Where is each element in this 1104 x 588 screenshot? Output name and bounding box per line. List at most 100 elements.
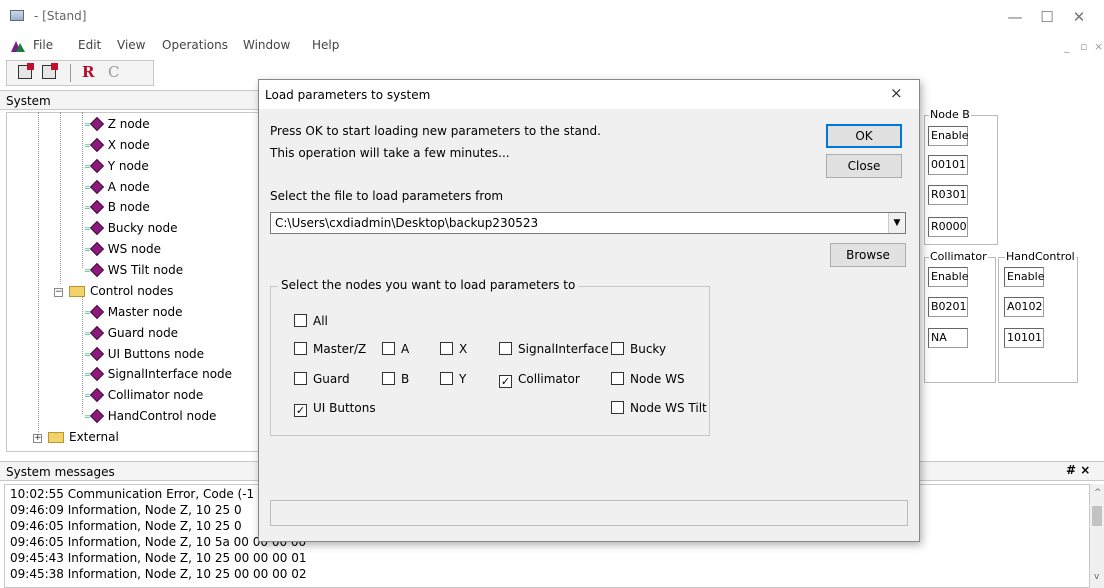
tree-item-bucky-node[interactable]: = Bucky node: [84, 220, 178, 236]
checkbox-y[interactable]: Y: [440, 372, 466, 386]
menu-view[interactable]: View: [117, 38, 145, 52]
checkbox-master-z[interactable]: Master/Z: [294, 342, 366, 356]
progress-bar: [270, 500, 908, 526]
handcontrol-title: HandControl: [1005, 250, 1076, 263]
mdi-restore-icon[interactable]: ▫: [1080, 40, 1087, 53]
message-line: 09:46:09 Information, Node Z, 10 25 0: [10, 503, 242, 517]
node-icon: [89, 408, 104, 424]
scroll-up-icon[interactable]: ^: [1094, 488, 1102, 498]
import-icon[interactable]: [42, 63, 58, 79]
menu-help[interactable]: Help: [312, 38, 339, 52]
tree-item-handcontrol-node[interactable]: = HandControl node: [84, 408, 216, 424]
menu-window[interactable]: Window: [243, 38, 290, 52]
checkbox-box[interactable]: [440, 372, 453, 385]
menu-file[interactable]: File: [33, 38, 53, 52]
checkbox-box[interactable]: ✓: [499, 375, 512, 388]
app-icon: [10, 10, 24, 21]
message-line: 10:02:55 Communication Error, Code (-1: [10, 487, 255, 501]
checkbox-ui-buttons[interactable]: ✓ UI Buttons: [294, 401, 376, 417]
checkbox-x[interactable]: X: [440, 342, 467, 356]
tree-item-guard-node[interactable]: = Guard node: [84, 325, 178, 341]
tree-item-master-node[interactable]: = Master node: [84, 304, 182, 320]
toolbar-r-button[interactable]: R: [82, 63, 94, 81]
ok-button[interactable]: OK: [826, 124, 902, 148]
message-line: 09:46:05 Information, Node Z, 10 25 0: [10, 519, 242, 533]
title-bar: [0, 0, 1104, 32]
expand-icon[interactable]: +: [33, 434, 42, 443]
menu-edit[interactable]: Edit: [78, 38, 101, 52]
handcontrol-field-2: A0102: [1004, 297, 1044, 317]
scroll-thumb[interactable]: [1092, 506, 1102, 526]
checkbox-box[interactable]: [294, 372, 307, 385]
checkbox-box[interactable]: [611, 372, 624, 385]
message-line: 09:45:38 Information, Node Z, 10 25 00 0…: [10, 567, 307, 581]
tree-item-b-node[interactable]: = B node: [84, 199, 150, 215]
node-icon: [89, 346, 104, 362]
node-b-field-2: 00101: [928, 155, 968, 175]
toolbar-c-button[interactable]: C: [108, 63, 119, 81]
message-line: 09:45:43 Information, Node Z, 10 25 00 0…: [10, 551, 307, 565]
checkbox-collimator[interactable]: ✓ Collimator: [499, 372, 580, 388]
tree-item-ws-tilt-node[interactable]: = WS Tilt node: [84, 262, 183, 278]
handcontrol-field-1: Enable: [1004, 267, 1044, 287]
pin-close-icons[interactable]: # ×: [1066, 463, 1090, 477]
scroll-down-icon[interactable]: v: [1094, 572, 1099, 582]
minimize-icon[interactable]: —: [1000, 6, 1030, 28]
tree-item-ws-node[interactable]: = WS node: [84, 241, 161, 257]
checkbox-box[interactable]: [382, 342, 395, 355]
node-icon: [89, 366, 104, 382]
close-button[interactable]: Close: [826, 154, 902, 178]
node-icon: [89, 179, 104, 195]
dialog-intro-line-1: Press OK to start loading new parameters…: [270, 124, 601, 138]
checkbox-box[interactable]: [440, 342, 453, 355]
checkbox-box[interactable]: ✓: [294, 404, 307, 417]
tree-item-control-nodes[interactable]: − Control nodes: [54, 284, 173, 298]
node-icon: [89, 220, 104, 236]
file-path-combobox[interactable]: C:\Users\cxdiadmin\Desktop\backup230523 …: [270, 212, 906, 234]
dropdown-arrow-icon[interactable]: ▼: [888, 213, 905, 233]
checkbox-guard[interactable]: Guard: [294, 372, 350, 386]
checkbox-box[interactable]: [611, 342, 624, 355]
dialog-close-icon[interactable]: ×: [890, 84, 903, 102]
tree-item-signalinterface-node[interactable]: = SignalInterface node: [84, 366, 232, 382]
checkbox-signalinterface[interactable]: SignalInterface: [499, 342, 609, 356]
export-icon[interactable]: [18, 63, 34, 79]
node-b-field-4: R0000: [928, 217, 968, 237]
close-icon[interactable]: ✕: [1064, 6, 1094, 28]
menu-operations[interactable]: Operations: [162, 38, 228, 52]
maximize-icon[interactable]: ☐: [1032, 6, 1062, 28]
checkbox-b[interactable]: B: [382, 372, 409, 386]
checkbox-bucky[interactable]: Bucky: [611, 342, 666, 356]
checkbox-box[interactable]: [294, 314, 307, 327]
node-icon: [89, 137, 104, 153]
checkbox-box[interactable]: [382, 372, 395, 385]
node-icon: [89, 262, 104, 278]
tree-item-z-node[interactable]: = Z node: [84, 116, 150, 132]
tree-item-ui-buttons-node[interactable]: = UI Buttons node: [84, 346, 204, 362]
checkbox-node-ws[interactable]: Node WS: [611, 372, 685, 386]
collimator-field-3: NA: [928, 328, 968, 348]
dialog-intro-line-2: This operation will take a few minutes..…: [270, 146, 510, 160]
nodes-group-label: Select the nodes you want to load parame…: [278, 278, 579, 292]
tree-line: [60, 112, 61, 284]
folder-icon: [69, 286, 85, 297]
messages-title: System messages: [6, 465, 115, 479]
checkbox-all[interactable]: All: [294, 314, 328, 328]
tree-line: [82, 296, 83, 414]
collimator-field-1: Enable: [928, 267, 968, 287]
tree-item-external[interactable]: + External: [33, 430, 119, 444]
tree-item-a-node[interactable]: = A node: [84, 179, 150, 195]
mdi-close-icon[interactable]: ×: [1094, 40, 1103, 53]
browse-button[interactable]: Browse: [830, 243, 906, 267]
tree-item-y-node[interactable]: = Y node: [84, 158, 149, 174]
mdi-minimize-icon[interactable]: _: [1064, 40, 1070, 53]
collapse-icon[interactable]: −: [54, 288, 63, 297]
checkbox-box[interactable]: [294, 342, 307, 355]
node-icon: [89, 387, 104, 403]
checkbox-box[interactable]: [611, 401, 624, 414]
checkbox-box[interactable]: [499, 342, 512, 355]
checkbox-a[interactable]: A: [382, 342, 409, 356]
checkbox-node-ws-tilt[interactable]: Node WS Tilt: [611, 401, 707, 415]
tree-item-x-node[interactable]: = X node: [84, 137, 150, 153]
tree-item-collimator-node[interactable]: = Collimator node: [84, 387, 203, 403]
